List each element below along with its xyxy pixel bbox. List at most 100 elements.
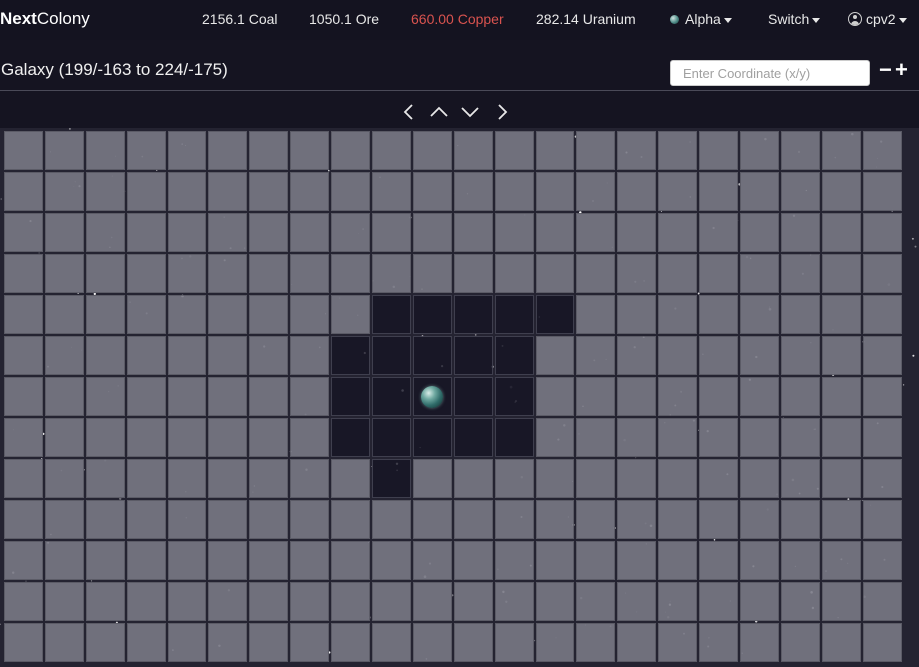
- grid-cell[interactable]: [208, 254, 248, 293]
- grid-cell-explored[interactable]: [535, 295, 575, 334]
- grid-cell[interactable]: [658, 295, 698, 334]
- grid-cell[interactable]: [494, 541, 534, 580]
- grid-cell[interactable]: [494, 582, 534, 621]
- grid-cell-explored[interactable]: [412, 295, 452, 334]
- grid-cell[interactable]: [699, 213, 739, 252]
- grid-cell[interactable]: [126, 377, 166, 416]
- grid-cell[interactable]: [535, 131, 575, 170]
- grid-cell[interactable]: [821, 418, 861, 457]
- grid-cell[interactable]: [4, 336, 43, 375]
- grid-cell[interactable]: [249, 172, 289, 211]
- grid-cell[interactable]: [699, 336, 739, 375]
- grid-cell[interactable]: [331, 582, 371, 621]
- grid-cell[interactable]: [208, 336, 248, 375]
- grid-cell[interactable]: [290, 623, 330, 662]
- grid-cell[interactable]: [494, 254, 534, 293]
- grid-cell[interactable]: [412, 131, 452, 170]
- grid-cell[interactable]: [535, 213, 575, 252]
- grid-cell-explored[interactable]: [331, 418, 371, 457]
- grid-cell[interactable]: [331, 213, 371, 252]
- grid-cell[interactable]: [249, 131, 289, 170]
- grid-cell[interactable]: [740, 131, 779, 170]
- grid-cell[interactable]: [126, 500, 166, 539]
- grid-cell[interactable]: [372, 213, 411, 252]
- grid-cell[interactable]: [535, 418, 575, 457]
- grid-cell[interactable]: [699, 131, 739, 170]
- grid-cell[interactable]: [85, 336, 125, 375]
- grid-cell[interactable]: [576, 500, 616, 539]
- grid-cell[interactable]: [208, 131, 248, 170]
- grid-cell[interactable]: [617, 623, 657, 662]
- grid-cell[interactable]: [167, 623, 207, 662]
- grid-cell[interactable]: [535, 541, 575, 580]
- grid-cell[interactable]: [167, 213, 207, 252]
- grid-cell-explored[interactable]: [494, 336, 534, 375]
- grid-cell[interactable]: [331, 500, 371, 539]
- grid-cell[interactable]: [740, 500, 779, 539]
- grid-cell[interactable]: [249, 623, 289, 662]
- grid-cell[interactable]: [780, 254, 820, 293]
- grid-cell[interactable]: [85, 418, 125, 457]
- grid-cell-explored[interactable]: [372, 377, 411, 416]
- grid-cell[interactable]: [699, 500, 739, 539]
- grid-cell[interactable]: [208, 213, 248, 252]
- grid-cell[interactable]: [576, 582, 616, 621]
- grid-cell[interactable]: [740, 295, 779, 334]
- grid-cell[interactable]: [412, 172, 452, 211]
- grid-cell[interactable]: [658, 131, 698, 170]
- grid-cell[interactable]: [535, 377, 575, 416]
- grid-cell-explored[interactable]: [372, 418, 411, 457]
- grid-cell[interactable]: [494, 172, 534, 211]
- grid-cell[interactable]: [290, 295, 330, 334]
- grid-cell[interactable]: [331, 541, 371, 580]
- grid-cell[interactable]: [85, 541, 125, 580]
- grid-cell[interactable]: [862, 459, 902, 498]
- grid-cell[interactable]: [44, 623, 84, 662]
- grid-cell[interactable]: [412, 254, 452, 293]
- grid-cell[interactable]: [85, 377, 125, 416]
- grid-cell[interactable]: [821, 131, 861, 170]
- grid-cell[interactable]: [167, 418, 207, 457]
- grid-cell[interactable]: [4, 541, 43, 580]
- grid-cell[interactable]: [862, 582, 902, 621]
- zoom-in-button[interactable]: +: [895, 57, 908, 83]
- grid-cell[interactable]: [208, 541, 248, 580]
- grid-cell[interactable]: [44, 582, 84, 621]
- grid-cell[interactable]: [699, 541, 739, 580]
- grid-cell[interactable]: [290, 418, 330, 457]
- grid-cell[interactable]: [167, 541, 207, 580]
- grid-cell[interactable]: [331, 172, 371, 211]
- grid-cell[interactable]: [535, 459, 575, 498]
- grid-cell[interactable]: [44, 131, 84, 170]
- grid-cell[interactable]: [249, 254, 289, 293]
- grid-cell-explored[interactable]: [453, 418, 493, 457]
- grid-cell[interactable]: [617, 131, 657, 170]
- grid-cell[interactable]: [208, 500, 248, 539]
- grid-cell[interactable]: [780, 377, 820, 416]
- grid-cell[interactable]: [44, 418, 84, 457]
- grid-cell[interactable]: [740, 213, 779, 252]
- grid-cell[interactable]: [576, 459, 616, 498]
- grid-cell[interactable]: [4, 172, 43, 211]
- grid-cell[interactable]: [780, 213, 820, 252]
- grid-cell[interactable]: [699, 418, 739, 457]
- grid-cell[interactable]: [85, 213, 125, 252]
- grid-cell[interactable]: [617, 541, 657, 580]
- grid-cell[interactable]: [699, 295, 739, 334]
- grid-cell[interactable]: [126, 131, 166, 170]
- grid-cell[interactable]: [85, 500, 125, 539]
- grid-cell[interactable]: [658, 254, 698, 293]
- grid-cell[interactable]: [780, 131, 820, 170]
- grid-cell[interactable]: [412, 500, 452, 539]
- grid-cell[interactable]: [617, 459, 657, 498]
- grid-cell[interactable]: [249, 418, 289, 457]
- grid-cell[interactable]: [862, 172, 902, 211]
- grid-cell[interactable]: [535, 254, 575, 293]
- grid-cell[interactable]: [126, 254, 166, 293]
- grid-cell-explored[interactable]: [372, 459, 411, 498]
- grid-cell[interactable]: [576, 623, 616, 662]
- grid-cell[interactable]: [167, 459, 207, 498]
- grid-cell[interactable]: [4, 377, 43, 416]
- grid-cell[interactable]: [453, 172, 493, 211]
- grid-cell[interactable]: [576, 377, 616, 416]
